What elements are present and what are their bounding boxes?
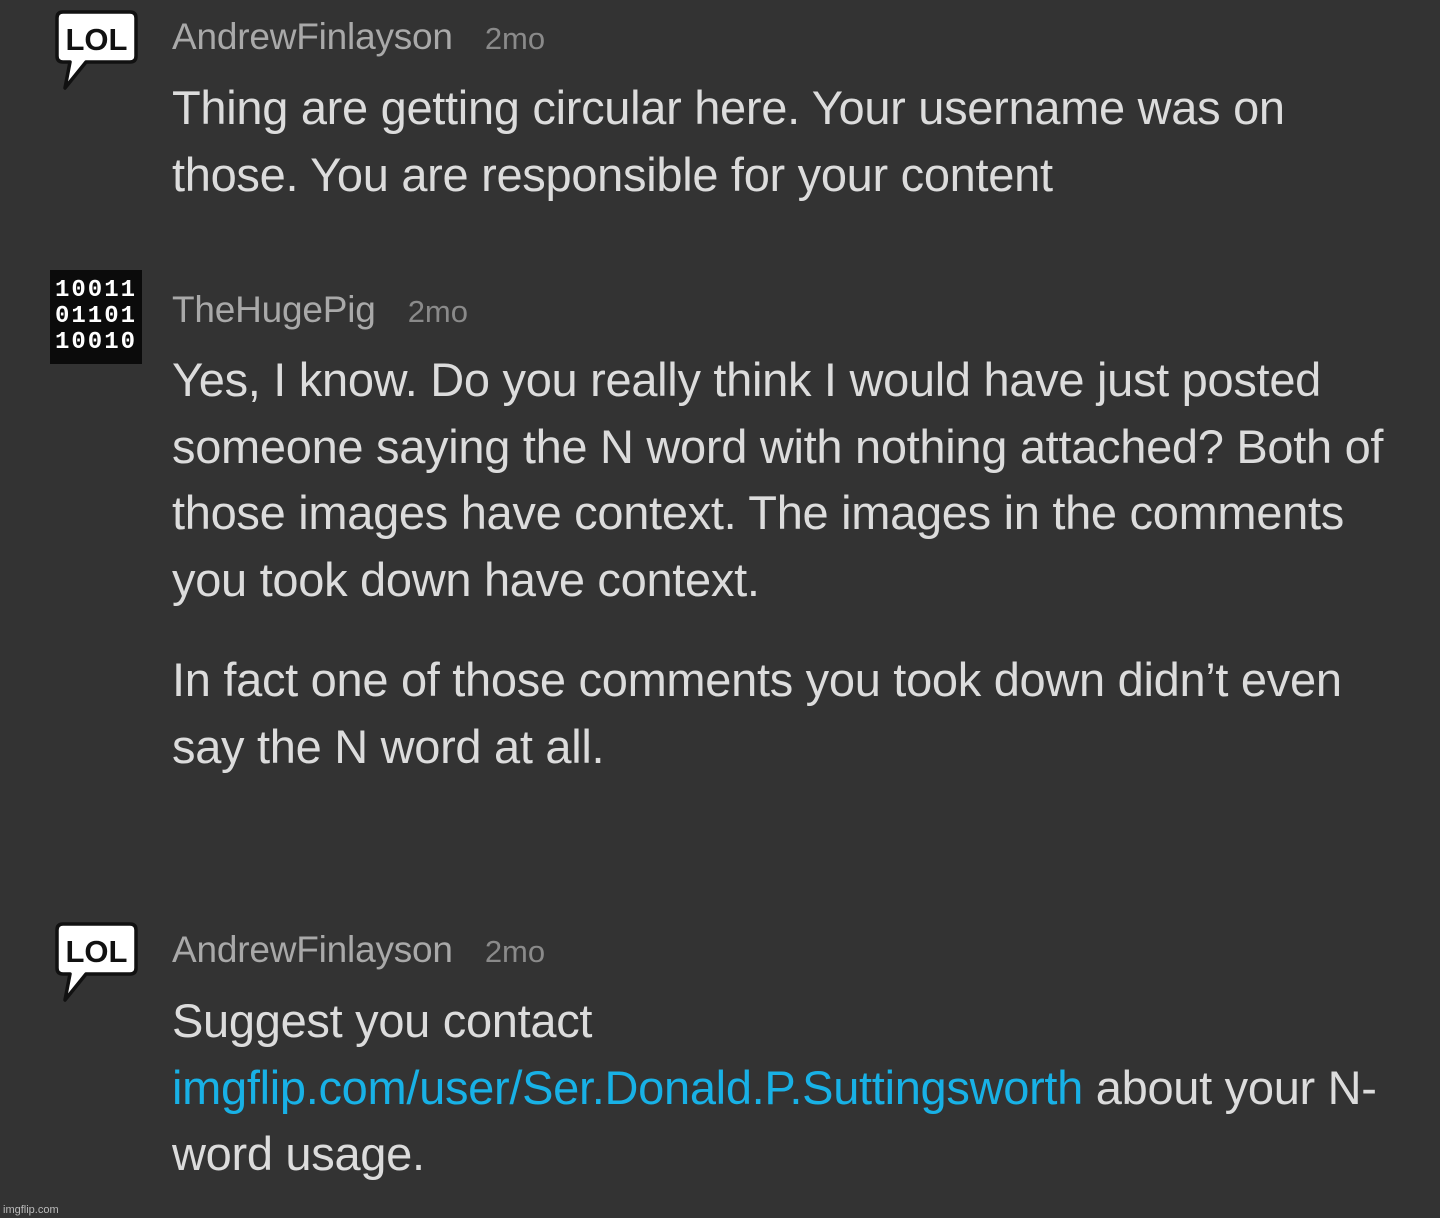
profile-link[interactable]: imgflip.com/user/Ser.Donald.P.Suttingswo… (172, 1061, 1083, 1114)
svg-text:10011: 10011 (55, 277, 137, 304)
svg-text:01101: 01101 (55, 303, 137, 330)
svg-text:10010: 10010 (55, 329, 137, 356)
username[interactable]: AndrewFinlayson (172, 929, 453, 970)
imgflip-watermark: imgflip.com (3, 1204, 59, 1216)
comment-meta: AndrewFinlayson 2mo (172, 929, 545, 971)
comment-body: Yes, I know. Do you really think I would… (172, 347, 1402, 780)
comment-paragraph: Thing are getting circular here. Your us… (172, 81, 1285, 201)
lol-speech-bubble-icon: LOL (55, 10, 138, 90)
comment-paragraph: Suggest you contact imgflip.com/user/Ser… (172, 988, 1402, 1188)
timestamp: 2mo (407, 294, 468, 329)
lol-speech-bubble-icon: LOL (55, 922, 138, 1002)
svg-text:LOL: LOL (66, 934, 128, 969)
timestamp: 2mo (484, 934, 546, 969)
avatar[interactable]: 10011 01101 10010 (50, 270, 146, 366)
timestamp: 2mo (484, 21, 546, 56)
comment-paragraph: Yes, I know. Do you really think I would… (172, 353, 1384, 606)
comment-meta: TheHugePig 2mo (172, 289, 468, 331)
svg-text:LOL: LOL (66, 22, 128, 57)
avatar[interactable]: LOL (48, 918, 144, 1014)
comment-paragraph: In fact one of those comments you took d… (172, 653, 1342, 773)
username[interactable]: AndrewFinlayson (172, 16, 453, 57)
avatar[interactable]: LOL (48, 6, 144, 102)
binary-code-icon: 10011 01101 10010 (50, 270, 142, 364)
comment-text: Suggest you contact (172, 994, 593, 1047)
comment-body: Suggest you contact imgflip.com/user/Ser… (172, 988, 1402, 1188)
username[interactable]: TheHugePig (172, 289, 376, 330)
comment-body: Thing are getting circular here. Your us… (172, 75, 1402, 208)
comment-meta: AndrewFinlayson 2mo (172, 16, 545, 58)
